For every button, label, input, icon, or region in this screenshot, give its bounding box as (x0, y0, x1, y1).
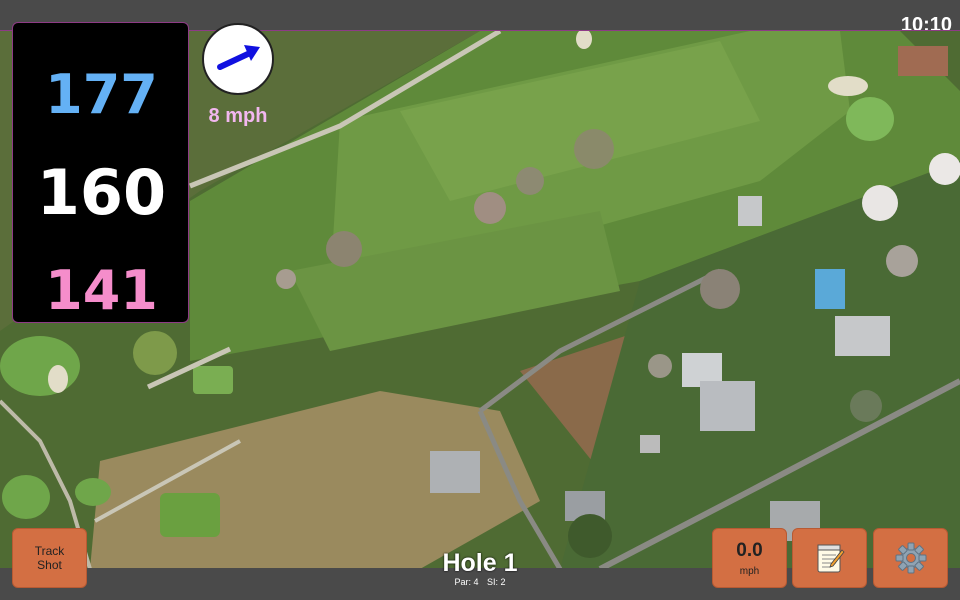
hole-par: Par: 4 (454, 577, 479, 587)
wind-speed: 8 mph (208, 105, 268, 127)
shot-speed-unit: mph (739, 565, 760, 577)
distance-panel: 177 160 141 (12, 22, 189, 323)
gear-icon (895, 542, 926, 574)
wind-direction-indicator (202, 23, 274, 95)
wind-arrow-icon (217, 45, 260, 70)
hole-stroke-index: SI: 2 (487, 577, 506, 587)
back-distance: 177 (45, 63, 158, 126)
hole-info: Par: 4 SI: 2 (380, 577, 580, 587)
track-shot-label-line1: Track (34, 544, 65, 558)
track-shot-button[interactable]: Track Shot (12, 528, 87, 588)
notes-button[interactable] (792, 528, 867, 588)
hole-title: Hole 1 (442, 549, 518, 577)
notepad-icon (817, 544, 845, 573)
shot-speed-button[interactable]: 0.0 mph (712, 528, 787, 588)
golf-gps-screen: 10:10 177 160 141 8 mph Track Shot Hole … (0, 0, 960, 600)
settings-button[interactable] (873, 528, 948, 588)
shot-speed-value: 0.0 (736, 539, 763, 561)
front-distance: 141 (45, 259, 158, 322)
middle-distance: 160 (36, 156, 167, 229)
track-shot-label-line2: Shot (37, 558, 62, 572)
